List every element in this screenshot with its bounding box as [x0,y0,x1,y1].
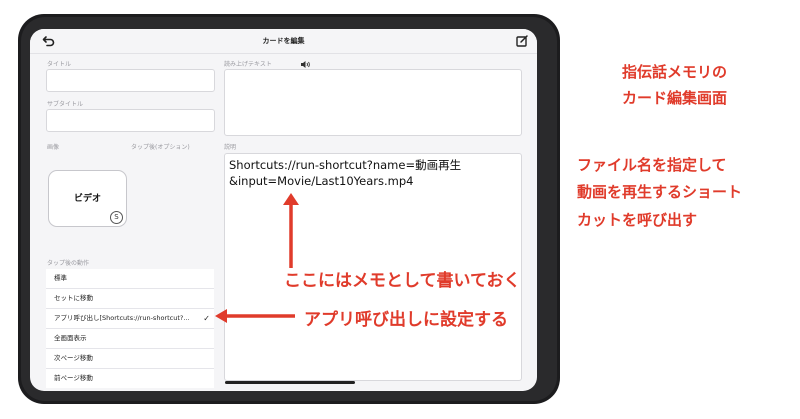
edit-square-icon[interactable] [515,34,529,48]
tile-label: ビデオ [73,194,101,204]
description-label: 説明 [224,144,237,151]
action-item[interactable]: セットに移動 [46,289,214,309]
read-text-input[interactable] [224,69,522,136]
description-text: Shortcuts://run-shortcut?name=動画再生 &inpu… [229,158,462,188]
action-item[interactable]: 全画面表示 [46,329,214,349]
home-indicator[interactable] [225,381,355,384]
action-item[interactable]: 前ページ移動 [46,369,214,388]
action-item[interactable]: 標準 [46,269,214,289]
read-text-label: 読み上げテキスト [224,61,272,68]
action-item-label: セットに移動 [54,294,93,302]
page-title: カードを編集 [262,37,305,45]
action-item[interactable]: 次ページ移動 [46,349,214,369]
annotation-desc-line1: ファイル名を指定して [577,156,727,174]
action-item-label: 次ページ移動 [54,354,93,362]
tap-after-option-label: タップ後(オプション) [131,144,190,151]
title-input[interactable] [46,69,215,92]
annotation-desc-line3: カットを呼び出す [577,211,698,229]
video-image-tile[interactable]: ビデオ S [48,170,127,227]
annotation-heading-line2: カード編集画面 [622,89,728,107]
action-item-label: 前ページ移動 [54,374,93,382]
red-arrow-left [215,309,295,323]
action-section-label: タップ後の動作 [47,260,90,267]
shortcut-badge: S [110,211,123,224]
subtitle-label: サブタイトル [47,101,84,108]
title-label: タイトル [47,61,72,68]
nav-bar: カードを編集 [30,29,537,54]
checkmark-icon: ✓ [203,314,210,323]
subtitle-input[interactable] [46,109,215,132]
action-list: 標準 セットに移動 アプリ呼び出し[Shortcuts://run-shortc… [46,269,214,388]
action-item-label: アプリ呼び出し[Shortcuts://run-shortcut?... [54,314,190,322]
annotation-memo-note: ここにはメモとして書いておく [284,271,521,291]
action-item-label: 全画面表示 [54,334,87,342]
red-arrow-up [283,193,299,268]
image-label: 画像 [47,144,60,151]
speaker-icon[interactable] [300,60,312,69]
action-item-selected[interactable]: アプリ呼び出し[Shortcuts://run-shortcut?... ✓ [46,309,214,329]
annotation-desc-line2: 動画を再生するショート [577,183,743,201]
annotation-heading-line1: 指伝話メモリの [622,63,728,81]
action-item-label: 標準 [54,274,67,282]
annotation-setting-note: アプリ呼び出しに設定する [304,310,508,330]
